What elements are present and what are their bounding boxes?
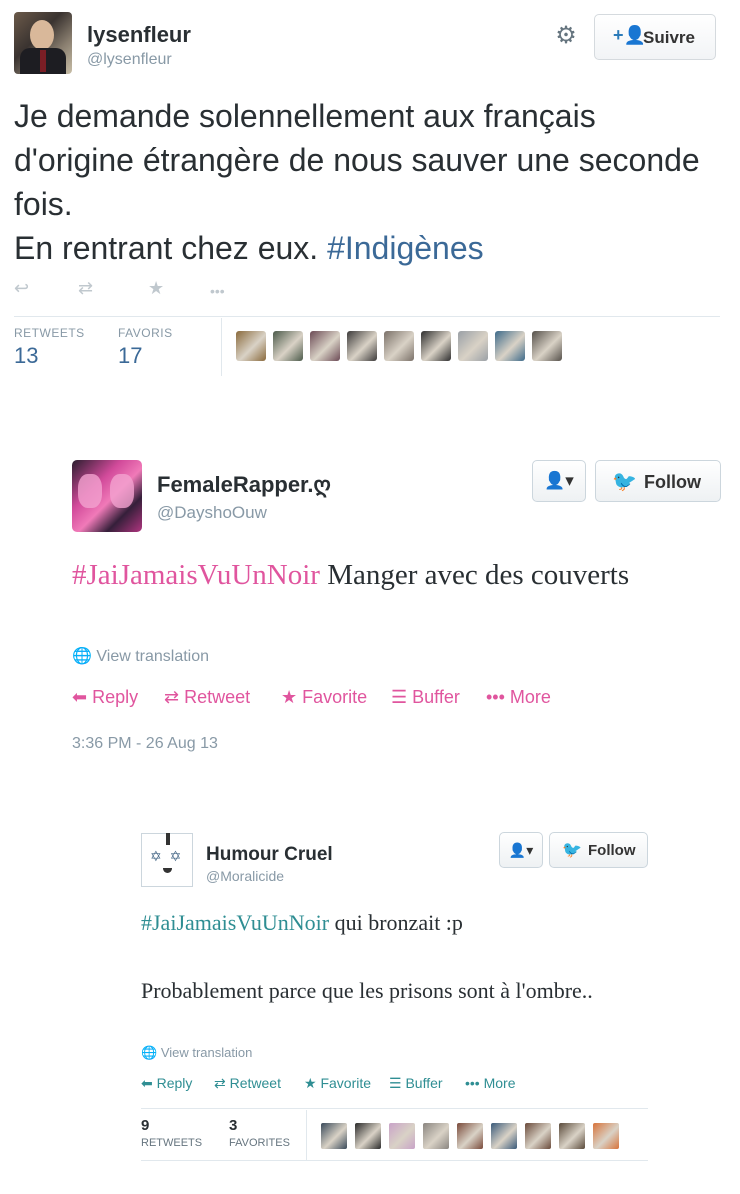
star-icon: ★ xyxy=(304,1075,317,1091)
avatar[interactable]: ✡ ✡ xyxy=(141,833,193,887)
retweets-label: RETWEETS xyxy=(14,326,85,340)
favoriter-avatar[interactable] xyxy=(458,331,488,361)
globe-icon: 🌐 xyxy=(72,648,92,665)
favorite-button[interactable]: ★ Favorite xyxy=(304,1075,371,1092)
divider xyxy=(221,318,222,376)
user-actions-button[interactable]: 👤▾ xyxy=(499,832,543,868)
avatar[interactable] xyxy=(72,460,142,532)
favorites-label: FAVORIS xyxy=(118,326,173,340)
reply-icon[interactable]: ↩ xyxy=(14,278,29,299)
hashtag-link[interactable]: #JaiJamaisVuUnNoir xyxy=(72,559,320,591)
display-name[interactable]: lysenfleur xyxy=(87,22,191,48)
follow-button[interactable]: 🐦 Follow xyxy=(549,832,648,868)
view-translation-link[interactable]: 🌐 View translation xyxy=(141,1045,252,1061)
favoriter-avatar[interactable] xyxy=(236,331,266,361)
favoriter-avatar[interactable] xyxy=(273,331,303,361)
favorite-button[interactable]: ★ Favorite xyxy=(281,687,367,708)
follow-button[interactable]: +👤 Suivre xyxy=(594,14,716,60)
reply-icon: ⬅ xyxy=(72,687,88,707)
more-icon: ••• xyxy=(465,1075,480,1091)
reply-icon: ⬅ xyxy=(141,1075,153,1091)
tweet-text-line2: En rentrant chez eux. xyxy=(14,230,328,266)
tweet-text-para2: Probablement parce que les prisons sont … xyxy=(141,978,593,1003)
divider xyxy=(306,1110,307,1160)
tweet-text: Je demande solennellement aux français d… xyxy=(14,94,714,270)
star-icon: ★ xyxy=(281,687,298,707)
add-user-icon: +👤 xyxy=(613,25,646,45)
retweets-count[interactable]: 9 xyxy=(141,1117,149,1134)
twitter-bird-icon: 🐦 xyxy=(562,842,582,859)
gear-icon[interactable]: ⚙ xyxy=(552,22,580,50)
buffer-icon: ☰ xyxy=(391,687,408,707)
more-icon[interactable]: ••• xyxy=(210,283,225,299)
follow-button-label: Follow xyxy=(588,842,636,859)
favoriter-avatar[interactable] xyxy=(559,1123,585,1149)
divider xyxy=(14,316,720,317)
user-actions-button[interactable]: 👤▾ xyxy=(532,460,586,502)
handle[interactable]: @Moralicide xyxy=(206,868,284,884)
view-translation-link[interactable]: 🌐 View translation xyxy=(72,646,209,666)
favoriter-avatar[interactable] xyxy=(310,331,340,361)
retweet-icon: ⇄ xyxy=(164,687,180,707)
tweet-text-body: qui bronzait :p xyxy=(329,910,463,935)
tweet-humour-cruel: ✡ ✡ Humour Cruel @Moralicide 👤▾ 🐦 Follow… xyxy=(0,820,740,1194)
favorites-count[interactable]: 17 xyxy=(118,343,142,369)
favoriter-avatar[interactable] xyxy=(457,1123,483,1149)
favoriter-avatar[interactable] xyxy=(593,1123,619,1149)
favoriter-avatar[interactable] xyxy=(347,331,377,361)
star-icon[interactable]: ★ xyxy=(148,278,164,299)
favoriter-avatar[interactable] xyxy=(491,1123,517,1149)
more-button[interactable]: ••• More xyxy=(465,1075,516,1091)
follow-button-label: Follow xyxy=(644,472,701,492)
tweet-text-line1: Je demande solennellement aux français d… xyxy=(14,98,700,222)
avatar[interactable] xyxy=(14,12,72,74)
hashtag-link[interactable]: #JaiJamaisVuUnNoir xyxy=(141,910,329,935)
display-name[interactable]: FemaleRapper.ღ xyxy=(157,472,331,498)
buffer-icon: ☰ xyxy=(389,1075,402,1091)
more-icon: ••• xyxy=(486,687,505,707)
display-name[interactable]: Humour Cruel xyxy=(206,844,333,866)
retweet-icon[interactable]: ⇄ xyxy=(78,278,93,299)
favoriter-avatar[interactable] xyxy=(532,331,562,361)
favoriter-avatar[interactable] xyxy=(389,1123,415,1149)
tweet-femalerapper: FemaleRapper.ღ @DayshoOuw 👤▾ 🐦 Follow #J… xyxy=(0,440,740,780)
retweet-button[interactable]: ⇄ Retweet xyxy=(214,1075,281,1092)
tweet-text: #JaiJamaisVuUnNoir Manger avec des couve… xyxy=(72,554,712,596)
favoriter-avatar[interactable] xyxy=(423,1123,449,1149)
tweet-lysenfleur: lysenfleur @lysenfleur ⚙ +👤 Suivre Je de… xyxy=(0,0,740,385)
follow-button[interactable]: 🐦 Follow xyxy=(595,460,721,502)
retweet-button[interactable]: ⇄ Retweet xyxy=(164,687,250,708)
divider xyxy=(141,1160,648,1161)
favorites-label: FAVORITES xyxy=(229,1137,290,1149)
tweet-text: #JaiJamaisVuUnNoir qui bronzait :p Proba… xyxy=(141,906,641,1008)
reply-button[interactable]: ⬅ Reply xyxy=(141,1075,192,1092)
globe-icon: 🌐 xyxy=(141,1045,158,1060)
timestamp[interactable]: 3:36 PM - 26 Aug 13 xyxy=(72,735,218,753)
follow-button-label: Suivre xyxy=(643,28,695,47)
favoriter-avatar[interactable] xyxy=(321,1123,347,1149)
retweet-icon: ⇄ xyxy=(214,1075,226,1091)
handle[interactable]: @lysenfleur xyxy=(87,51,172,69)
buffer-button[interactable]: ☰ Buffer xyxy=(389,1075,443,1092)
twitter-bird-icon: 🐦 xyxy=(612,471,637,493)
buffer-button[interactable]: ☰ Buffer xyxy=(391,687,460,708)
tweet-text-body: Manger avec des couverts xyxy=(319,559,630,591)
divider xyxy=(141,1108,648,1109)
favoriter-avatar[interactable] xyxy=(495,331,525,361)
favoriter-avatar[interactable] xyxy=(355,1123,381,1149)
retweets-label: RETWEETS xyxy=(141,1137,203,1149)
favoriter-avatar[interactable] xyxy=(525,1123,551,1149)
handle[interactable]: @DayshoOuw xyxy=(157,503,267,523)
more-button[interactable]: ••• More xyxy=(486,687,551,708)
reply-button[interactable]: ⬅ Reply xyxy=(72,687,138,708)
favoriter-avatar[interactable] xyxy=(421,331,451,361)
favoriter-avatar[interactable] xyxy=(384,331,414,361)
retweets-count[interactable]: 13 xyxy=(14,343,38,369)
hashtag-link[interactable]: #Indigènes xyxy=(327,230,484,266)
favorites-count[interactable]: 3 xyxy=(229,1117,237,1134)
